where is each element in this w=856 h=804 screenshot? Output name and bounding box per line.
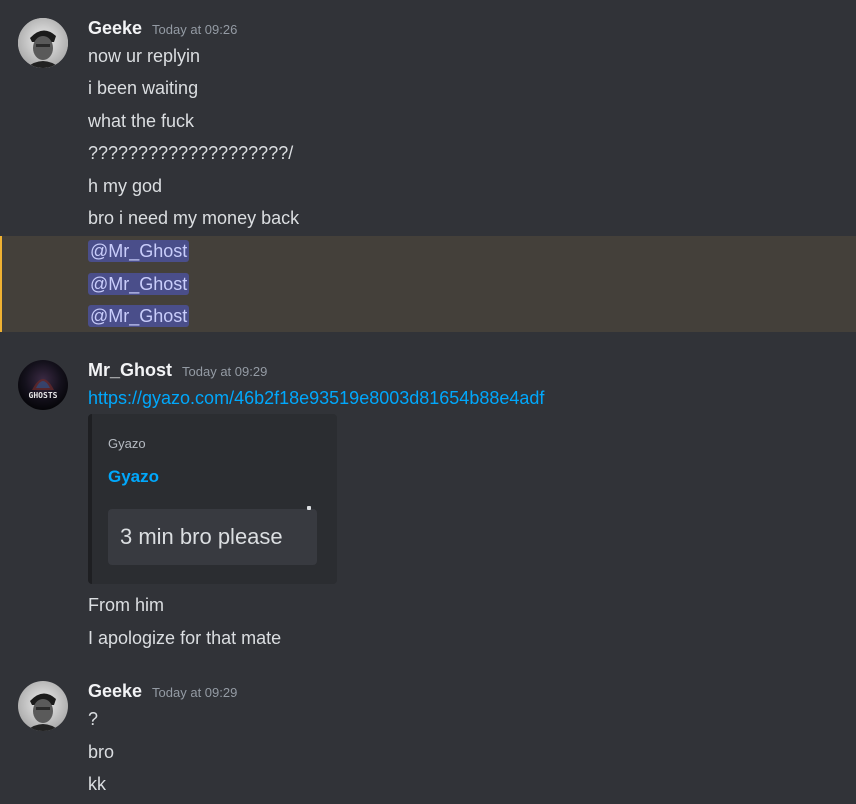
user-mention[interactable]: @Mr_Ghost: [88, 240, 190, 262]
message-text: From him: [88, 595, 164, 615]
message-line: bro i need my money back: [0, 202, 856, 234]
message-text: kk: [88, 774, 106, 794]
image-artifact: [307, 506, 311, 510]
embed-image-text: 3 min bro please: [120, 524, 283, 549]
message-line: now ur replyin: [0, 40, 856, 72]
message-line: ????????????????????/: [0, 137, 856, 169]
message-line: h my god: [0, 170, 856, 202]
message-line-mentioned: @Mr_Ghost: [0, 268, 856, 300]
message-line: I apologize for that mate: [0, 622, 856, 654]
message-text: bro i need my money back: [88, 208, 300, 228]
ghosts-avatar-icon: GHOSTS: [18, 360, 68, 410]
message-line: ?: [0, 703, 856, 735]
gyazo-link[interactable]: https://gyazo.com/46b2f18e93519e8003d816…: [88, 387, 544, 409]
embed-image[interactable]: 3 min bro please: [108, 506, 317, 565]
message-text: now ur replyin: [88, 46, 201, 66]
username[interactable]: Mr_Ghost: [88, 360, 172, 381]
timestamp: Today at 09:29: [152, 685, 238, 700]
avatar[interactable]: GHOSTS: [18, 360, 68, 410]
message-text: what the fuck: [88, 111, 195, 131]
message-line: what the fuck: [0, 105, 856, 137]
svg-text:GHOSTS: GHOSTS: [29, 391, 58, 400]
timestamp: Today at 09:26: [152, 22, 238, 37]
username[interactable]: Geeke: [88, 681, 142, 702]
message-line-mentioned: @Mr_Ghost: [0, 236, 856, 268]
user-mention[interactable]: @Mr_Ghost: [88, 273, 190, 295]
message-text: ????????????????????/: [88, 143, 294, 163]
link-embed: Gyazo Gyazo 3 min bro please: [88, 414, 337, 584]
message-text: h my god: [88, 176, 163, 196]
embed-title[interactable]: Gyazo: [108, 467, 159, 487]
chat-messages: Geeke Today at 09:26 now ur replyin i be…: [0, 0, 856, 804]
message-header: Mr_Ghost Today at 09:29: [88, 360, 267, 384]
embed-provider[interactable]: Gyazo: [108, 436, 146, 451]
username[interactable]: Geeke: [88, 18, 142, 39]
message-line: i been waiting: [0, 72, 856, 104]
message-header: Geeke Today at 09:26: [88, 18, 237, 42]
message-text: ?: [88, 709, 99, 729]
message-text: i been waiting: [88, 78, 199, 98]
mention-highlight-bar: [0, 236, 2, 332]
timestamp: Today at 09:29: [182, 364, 268, 379]
message-text: bro: [88, 742, 115, 762]
message-line: kk: [0, 768, 856, 800]
message-line-mentioned: @Mr_Ghost: [0, 300, 856, 332]
message-line: From him: [0, 589, 856, 621]
message-text: I apologize for that mate: [88, 628, 282, 648]
message-header: Geeke Today at 09:29: [88, 681, 237, 705]
user-mention[interactable]: @Mr_Ghost: [88, 305, 190, 327]
message-line: bro: [0, 736, 856, 768]
